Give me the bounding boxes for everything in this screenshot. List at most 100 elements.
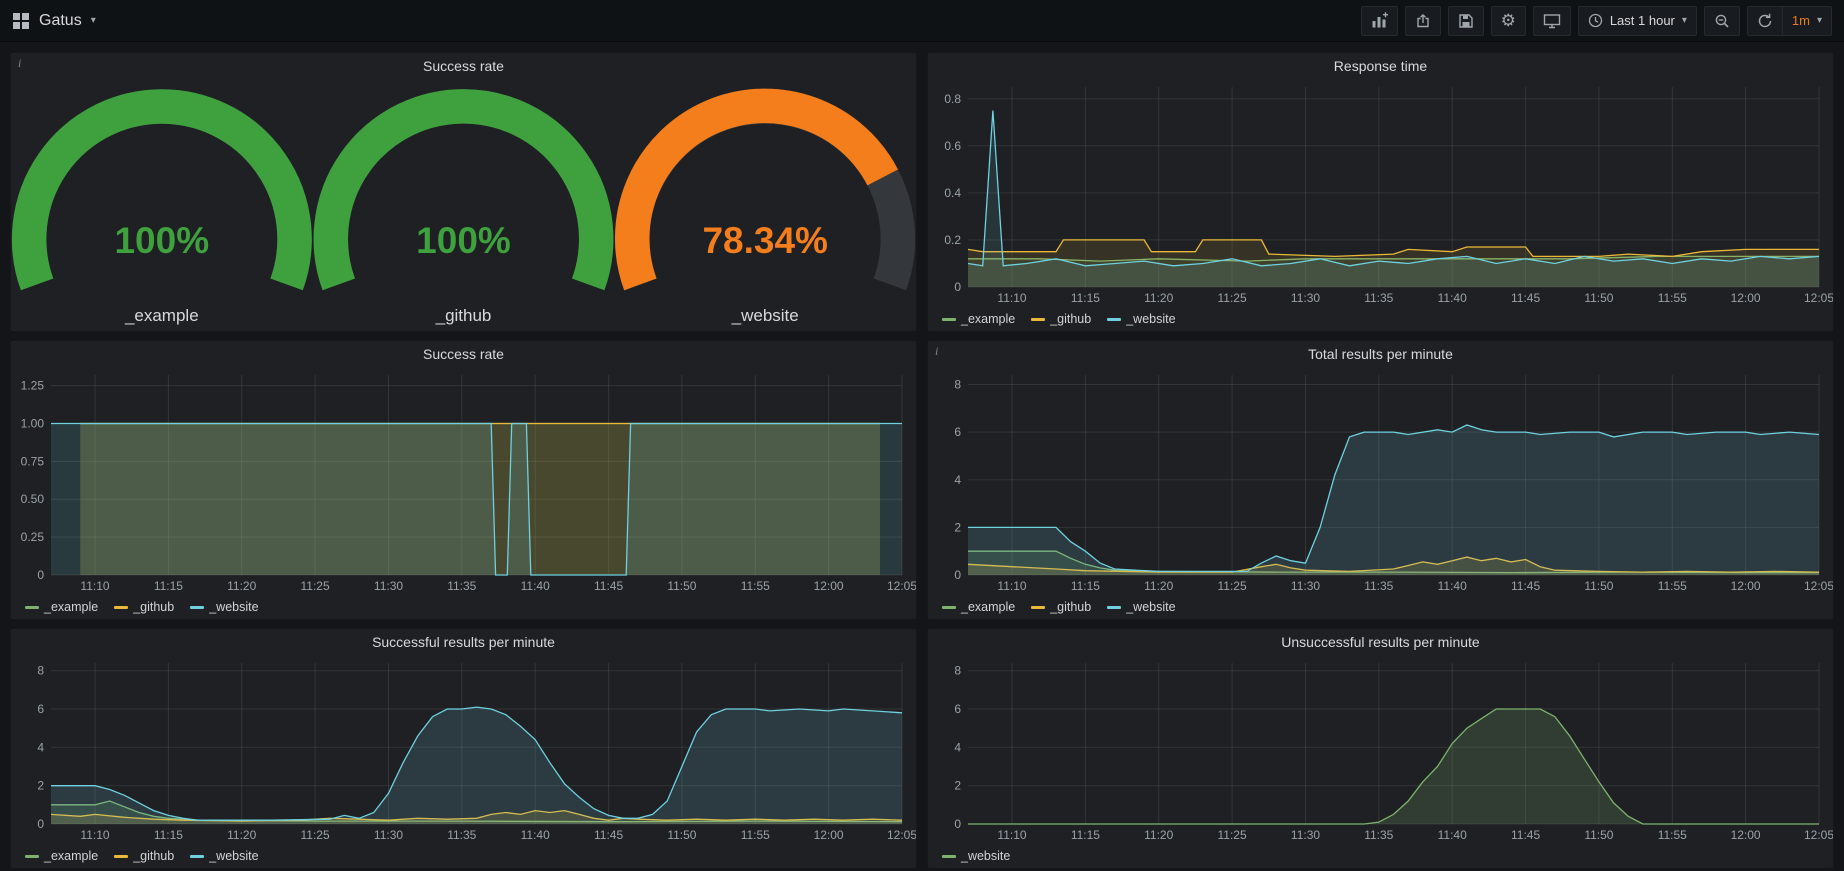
- grid-icon: [12, 12, 30, 30]
- panel-success-rate: Success rate 00.250.500.751.001.2511:101…: [10, 340, 917, 620]
- svg-text:8: 8: [954, 664, 961, 678]
- legend-series-label: _website: [209, 849, 258, 863]
- svg-text:_website: _website: [731, 306, 799, 325]
- legend-item[interactable]: _example: [942, 312, 1015, 326]
- legend-series-label: _github: [1050, 600, 1091, 614]
- legend-item[interactable]: _website: [1107, 312, 1175, 326]
- panel-title[interactable]: Success rate: [423, 58, 504, 74]
- dashboard-settings-button[interactable]: ⚙: [1491, 6, 1526, 36]
- legend-series-label: _example: [44, 849, 98, 863]
- response-time-chart[interactable]: 00.20.40.60.811:1011:1511:2011:2511:3011…: [928, 79, 1833, 307]
- legend-series-label: _example: [961, 600, 1015, 614]
- svg-text:6: 6: [954, 425, 961, 439]
- success-rate-chart[interactable]: 00.250.500.751.001.2511:1011:1511:2011:2…: [11, 367, 916, 595]
- legend: _example _github _website: [928, 307, 1833, 331]
- legend-item[interactable]: _example: [25, 849, 98, 863]
- svg-text:12:00: 12:00: [1731, 291, 1761, 305]
- refresh-dashboard-button[interactable]: [1747, 6, 1783, 36]
- legend-item[interactable]: _github: [114, 849, 174, 863]
- legend: _example _github _website: [11, 595, 916, 619]
- share-dashboard-button[interactable]: [1405, 6, 1441, 36]
- panel-title[interactable]: Success rate: [423, 346, 504, 362]
- legend-series-label: _github: [133, 849, 174, 863]
- legend-item[interactable]: _website: [190, 600, 258, 614]
- legend-series-label: _website: [1126, 600, 1175, 614]
- save-dashboard-button[interactable]: [1448, 6, 1484, 36]
- svg-text:12:05: 12:05: [1804, 579, 1833, 593]
- svg-text:_github: _github: [435, 306, 492, 325]
- save-icon: [1458, 13, 1474, 29]
- legend-item[interactable]: _website: [1107, 600, 1175, 614]
- add-panel-button[interactable]: [1361, 6, 1398, 36]
- gear-icon: ⚙: [1501, 12, 1516, 29]
- unsuccessful-results-chart[interactable]: 0246811:1011:1511:2011:2511:3011:3511:40…: [928, 655, 1833, 844]
- svg-text:11:25: 11:25: [1218, 579, 1247, 593]
- svg-text:11:55: 11:55: [741, 828, 770, 842]
- svg-text:11:30: 11:30: [1291, 291, 1320, 305]
- chart-svg: 0246811:1011:1511:2011:2511:3011:3511:40…: [11, 655, 916, 844]
- success-rate-gauges[interactable]: 100%_example100%_github78.34%_website: [11, 79, 916, 331]
- svg-text:11:25: 11:25: [301, 579, 330, 593]
- svg-text:0.2: 0.2: [944, 233, 961, 247]
- legend: _example _github _website: [928, 595, 1833, 619]
- dashboard-title[interactable]: Gatus: [39, 12, 82, 30]
- svg-text:8: 8: [954, 378, 961, 392]
- legend-item[interactable]: _example: [942, 600, 1015, 614]
- panel-response-time: Response time 00.20.40.60.811:1011:1511:…: [927, 52, 1834, 332]
- legend-item[interactable]: _website: [190, 849, 258, 863]
- svg-text:11:15: 11:15: [154, 828, 183, 842]
- panel-title[interactable]: Total results per minute: [1308, 346, 1453, 362]
- successful-results-chart[interactable]: 0246811:1011:1511:2011:2511:3011:3511:40…: [11, 655, 916, 844]
- svg-text:11:10: 11:10: [80, 579, 109, 593]
- total-results-chart[interactable]: 0246811:1011:1511:2011:2511:3011:3511:40…: [928, 367, 1833, 595]
- navbar: Gatus ▾ ⚙: [0, 0, 1844, 42]
- svg-text:4: 4: [37, 740, 44, 754]
- legend-series-label: _example: [44, 600, 98, 614]
- panel-successful-results: Successful results per minute 0246811:10…: [10, 628, 917, 869]
- refresh-interval-dropdown[interactable]: 1m ▾: [1783, 6, 1832, 36]
- svg-text:11:20: 11:20: [1144, 579, 1173, 593]
- legend-item[interactable]: _github: [1031, 312, 1091, 326]
- svg-text:11:30: 11:30: [374, 828, 403, 842]
- legend-item[interactable]: _github: [114, 600, 174, 614]
- clock-icon: [1588, 13, 1603, 28]
- info-icon[interactable]: i: [935, 344, 938, 359]
- legend: _website: [928, 844, 1833, 868]
- svg-text:11:15: 11:15: [1071, 291, 1100, 305]
- svg-text:0.75: 0.75: [21, 454, 45, 468]
- svg-text:11:20: 11:20: [1144, 291, 1173, 305]
- legend-item[interactable]: _website: [942, 849, 1010, 863]
- svg-text:12:05: 12:05: [1804, 291, 1833, 305]
- dashboard-grid: i Success rate 100%_example100%_github78…: [0, 42, 1844, 869]
- legend-item[interactable]: _github: [1031, 600, 1091, 614]
- panel-title[interactable]: Unsuccessful results per minute: [1281, 634, 1479, 650]
- panel-header: Success rate: [11, 341, 916, 367]
- svg-text:11:40: 11:40: [1438, 291, 1467, 305]
- panel-header: Success rate: [11, 53, 916, 79]
- svg-text:11:55: 11:55: [741, 579, 770, 593]
- zoom-out-time-button[interactable]: [1704, 6, 1740, 36]
- cycle-view-mode-button[interactable]: [1533, 6, 1571, 36]
- svg-text:0.50: 0.50: [21, 492, 45, 506]
- svg-text:11:20: 11:20: [227, 828, 256, 842]
- legend-series-label: _website: [1126, 312, 1175, 326]
- legend: _example _github _website: [11, 844, 916, 868]
- svg-text:11:35: 11:35: [1364, 828, 1393, 842]
- panel-title[interactable]: Successful results per minute: [372, 634, 555, 650]
- dashboard-grid-icon[interactable]: [12, 12, 30, 30]
- svg-text:11:55: 11:55: [1658, 828, 1687, 842]
- legend-series-label: _website: [209, 600, 258, 614]
- legend-item[interactable]: _example: [25, 600, 98, 614]
- info-icon[interactable]: i: [18, 56, 21, 71]
- legend-series-swatch: [114, 606, 128, 609]
- refresh-icon: [1757, 13, 1773, 29]
- svg-text:8: 8: [37, 664, 44, 678]
- caret-down-icon: ▾: [91, 16, 96, 26]
- panel-header: Successful results per minute: [11, 629, 916, 655]
- svg-text:11:10: 11:10: [997, 291, 1026, 305]
- time-range-picker-button[interactable]: Last 1 hour ▾: [1578, 6, 1697, 36]
- panel-header: Total results per minute: [928, 341, 1833, 367]
- svg-text:100%: 100%: [416, 220, 511, 261]
- caret-down-icon: ▾: [1817, 16, 1822, 26]
- panel-title[interactable]: Response time: [1334, 58, 1427, 74]
